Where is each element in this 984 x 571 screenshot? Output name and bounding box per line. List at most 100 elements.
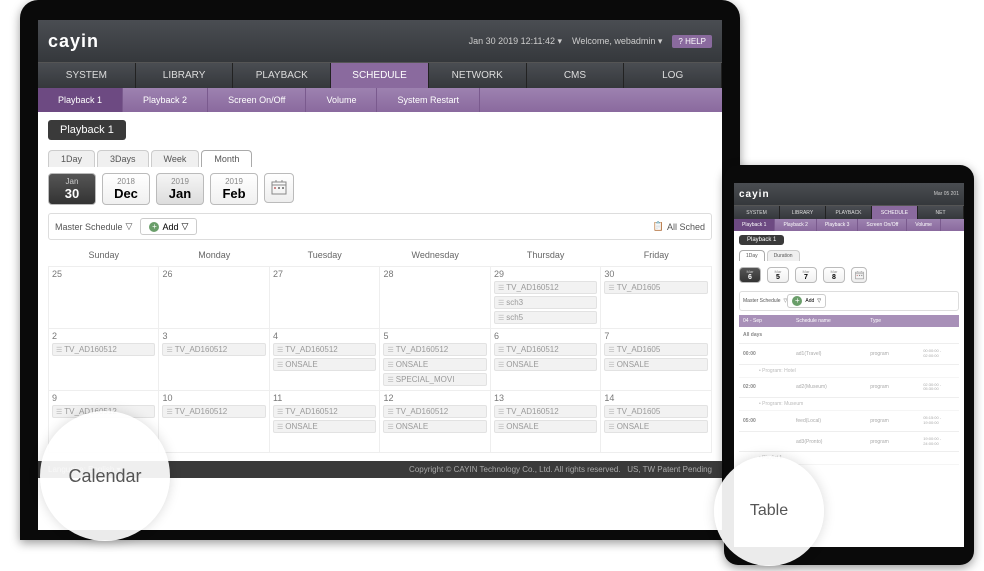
nav-cms[interactable]: CMS — [527, 63, 625, 88]
subnav-item[interactable]: Playback 2 — [775, 219, 816, 231]
schedule-event[interactable]: ONSALE — [604, 420, 708, 433]
schedule-toolbar: Master Schedule ▽ +Add ▽ 📋 All Sched — [48, 213, 712, 240]
calendar-cell[interactable]: 2TV_AD160512 — [49, 329, 159, 391]
table-row[interactable]: ad3(Pronto)program19:00:00 - 24:00:00 — [739, 432, 959, 453]
subnav-item[interactable]: Playback 3 — [817, 219, 858, 231]
calendar-cell[interactable]: 25 — [49, 267, 159, 329]
date-selector[interactable]: Mar7 — [795, 267, 817, 283]
nav-playback[interactable]: PLAYBACK — [826, 206, 872, 219]
viewtab-1day[interactable]: 1Day — [48, 150, 95, 167]
date-selector[interactable]: 2018Dec — [102, 173, 150, 205]
subnav-item[interactable]: Playback 1 — [38, 88, 123, 112]
date-selector[interactable]: Mar8 — [823, 267, 845, 283]
nav-net[interactable]: NET — [918, 206, 964, 219]
schedule-event[interactable]: ONSALE — [494, 420, 597, 433]
date-selectors: Mar6 Mar5 Mar7 Mar8 — [739, 267, 959, 283]
subnav-item[interactable]: Screen On/Off — [208, 88, 306, 112]
view-tabs: 1DayDuration — [739, 250, 959, 261]
schedule-event[interactable]: TV_AD160512 — [494, 343, 597, 356]
datetime-display[interactable]: Jan 30 2019 12:11:42 ▾ — [469, 36, 562, 47]
subnav-item[interactable]: Playback 2 — [123, 88, 208, 112]
subnav-item[interactable]: Screen On/Off — [858, 219, 907, 231]
calendar-cell[interactable]: 5TV_AD160512ONSALESPECIAL_MOVI — [380, 329, 490, 391]
calendar-cell[interactable]: 4TV_AD160512ONSALE — [269, 329, 379, 391]
nav-schedule[interactable]: SCHEDULE — [331, 63, 429, 88]
topbar: cayin Jan 30 2019 12:11:42 ▾ Welcome, we… — [38, 20, 722, 62]
add-button[interactable]: +Add ▽ — [787, 294, 826, 308]
schedule-event[interactable]: SPECIAL_MOVI — [383, 373, 486, 386]
master-schedule-dropdown[interactable]: Master Schedule ▽ — [743, 298, 787, 304]
schedule-event[interactable]: ONSALE — [273, 420, 376, 433]
nav-log[interactable]: LOG — [624, 63, 722, 88]
subnav-item[interactable]: Playback 1 — [734, 219, 775, 231]
calendar-cell[interactable]: 7TV_AD1605ONSALE — [601, 329, 712, 391]
viewtab-month[interactable]: Month — [201, 150, 252, 167]
schedule-event[interactable]: TV_AD160512 — [273, 405, 376, 418]
schedule-event[interactable]: ONSALE — [604, 358, 708, 371]
schedule-event[interactable]: sch5 — [494, 311, 597, 324]
schedule-event[interactable]: TV_AD160512 — [162, 343, 265, 356]
calendar-cell[interactable]: 29TV_AD160512sch3sch5 — [490, 267, 600, 329]
calendar-picker-icon[interactable] — [264, 173, 294, 203]
logo: cayin — [48, 31, 99, 52]
nav-schedule[interactable]: SCHEDULE — [872, 206, 918, 219]
subnav-item[interactable]: Volume — [306, 88, 377, 112]
table-column-header: Type — [870, 318, 923, 324]
nav-system[interactable]: SYSTEM — [38, 63, 136, 88]
calendar-cell[interactable]: 30TV_AD1605 — [601, 267, 712, 329]
date-selector[interactable]: Jan30 — [48, 173, 96, 205]
table-row[interactable]: All days — [739, 327, 959, 344]
schedule-event[interactable]: ONSALE — [494, 358, 597, 371]
calendar-cell[interactable]: 6TV_AD160512ONSALE — [490, 329, 600, 391]
date-selector[interactable]: Mar5 — [767, 267, 789, 283]
nav-library[interactable]: LIBRARY — [780, 206, 826, 219]
schedule-event[interactable]: TV_AD160512 — [273, 343, 376, 356]
schedule-event[interactable]: TV_AD1605 — [604, 405, 708, 418]
schedule-event[interactable]: ONSALE — [383, 358, 486, 371]
viewtab-3days[interactable]: 3Days — [97, 150, 149, 167]
schedule-event[interactable]: TV_AD160512 — [383, 343, 486, 356]
calendar-cell[interactable]: 26 — [159, 267, 269, 329]
nav-library[interactable]: LIBRARY — [136, 63, 234, 88]
subnav-item[interactable]: Volume — [907, 219, 941, 231]
date-selector[interactable]: 2019Feb — [210, 173, 258, 205]
schedule-event[interactable]: TV_AD1605 — [604, 343, 708, 356]
schedule-event[interactable]: TV_AD160512 — [383, 405, 486, 418]
schedule-event[interactable]: TV_AD160512 — [52, 343, 155, 356]
schedule-event[interactable]: ONSALE — [273, 358, 376, 371]
calendar-cell[interactable]: 3TV_AD160512 — [159, 329, 269, 391]
viewtab-week[interactable]: Week — [151, 150, 200, 167]
schedule-event[interactable]: sch3 — [494, 296, 597, 309]
calendar-picker-icon[interactable] — [851, 267, 867, 283]
schedule-event[interactable]: ONSALE — [383, 420, 486, 433]
calendar-cell[interactable]: 12TV_AD160512ONSALE — [380, 391, 490, 453]
calendar-cell[interactable]: 27 — [269, 267, 379, 329]
add-button[interactable]: +Add ▽ — [140, 218, 197, 235]
table-row[interactable]: 00:00ad1(Travel)program00:00:00 - 02:00:… — [739, 344, 959, 365]
viewtab-duration[interactable]: Duration — [767, 250, 800, 261]
schedule-event[interactable]: TV_AD160512 — [162, 405, 265, 418]
welcome-text[interactable]: Welcome, webadmin ▾ — [572, 36, 662, 47]
calendar-cell[interactable]: 28 — [380, 267, 490, 329]
date-selector[interactable]: Mar6 — [739, 267, 761, 283]
nav-network[interactable]: NETWORK — [429, 63, 527, 88]
table-row[interactable]: 05:00feed(Local)program05:15:00 - 19:00:… — [739, 411, 959, 432]
schedule-event[interactable]: TV_AD1605 — [604, 281, 708, 294]
calendar-cell[interactable]: 11TV_AD160512ONSALE — [269, 391, 379, 453]
table-subrow: • Program: Museum — [739, 398, 959, 411]
subnav-item[interactable]: System Restart — [377, 88, 480, 112]
all-schedules-dropdown[interactable]: 📋 All Sched — [653, 221, 705, 232]
master-schedule-dropdown[interactable]: Master Schedule ▽ — [55, 221, 132, 232]
table-row[interactable]: 02:00ad2(Museum)program02:30:00 - 05:30:… — [739, 378, 959, 399]
schedule-event[interactable]: TV_AD160512 — [494, 405, 597, 418]
viewtab-1day[interactable]: 1Day — [739, 250, 765, 261]
calendar-cell[interactable]: 13TV_AD160512ONSALE — [490, 391, 600, 453]
help-button[interactable]: ? HELP — [672, 35, 712, 48]
nav-system[interactable]: SYSTEM — [734, 206, 780, 219]
schedule-event[interactable]: TV_AD160512 — [494, 281, 597, 294]
weekday-header: Sunday — [49, 244, 159, 267]
date-selector[interactable]: 2019Jan — [156, 173, 204, 205]
calendar-cell[interactable]: 14TV_AD1605ONSALE — [601, 391, 712, 453]
nav-playback[interactable]: PLAYBACK — [233, 63, 331, 88]
calendar-cell[interactable]: 10TV_AD160512 — [159, 391, 269, 453]
